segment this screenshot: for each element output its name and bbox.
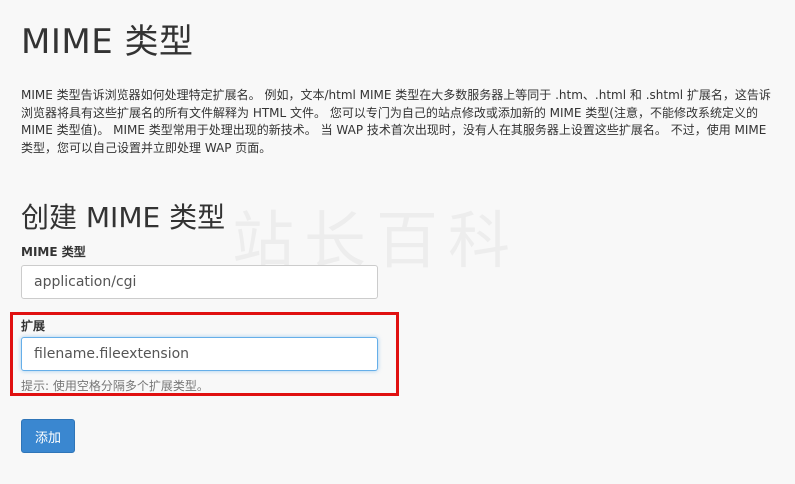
extension-hint: 提示: 使用空格分隔多个扩展类型。 [21, 379, 209, 393]
create-mime-section-title: 创建 MIME 类型 [21, 201, 226, 234]
page-title: MIME 类型 [21, 22, 194, 62]
intro-description: MIME 类型告诉浏览器如何处理特定扩展名。 例如，文本/html MIME 类… [21, 88, 771, 155]
mime-types-page: MIME 类型 MIME 类型告诉浏览器如何处理特定扩展名。 例如，文本/htm… [0, 0, 795, 484]
add-button[interactable]: 添加 [21, 419, 75, 453]
mime-type-label: MIME 类型 [21, 245, 86, 259]
mime-type-input[interactable] [21, 265, 378, 299]
extension-label: 扩展 [21, 319, 46, 333]
extension-input[interactable] [21, 337, 378, 371]
